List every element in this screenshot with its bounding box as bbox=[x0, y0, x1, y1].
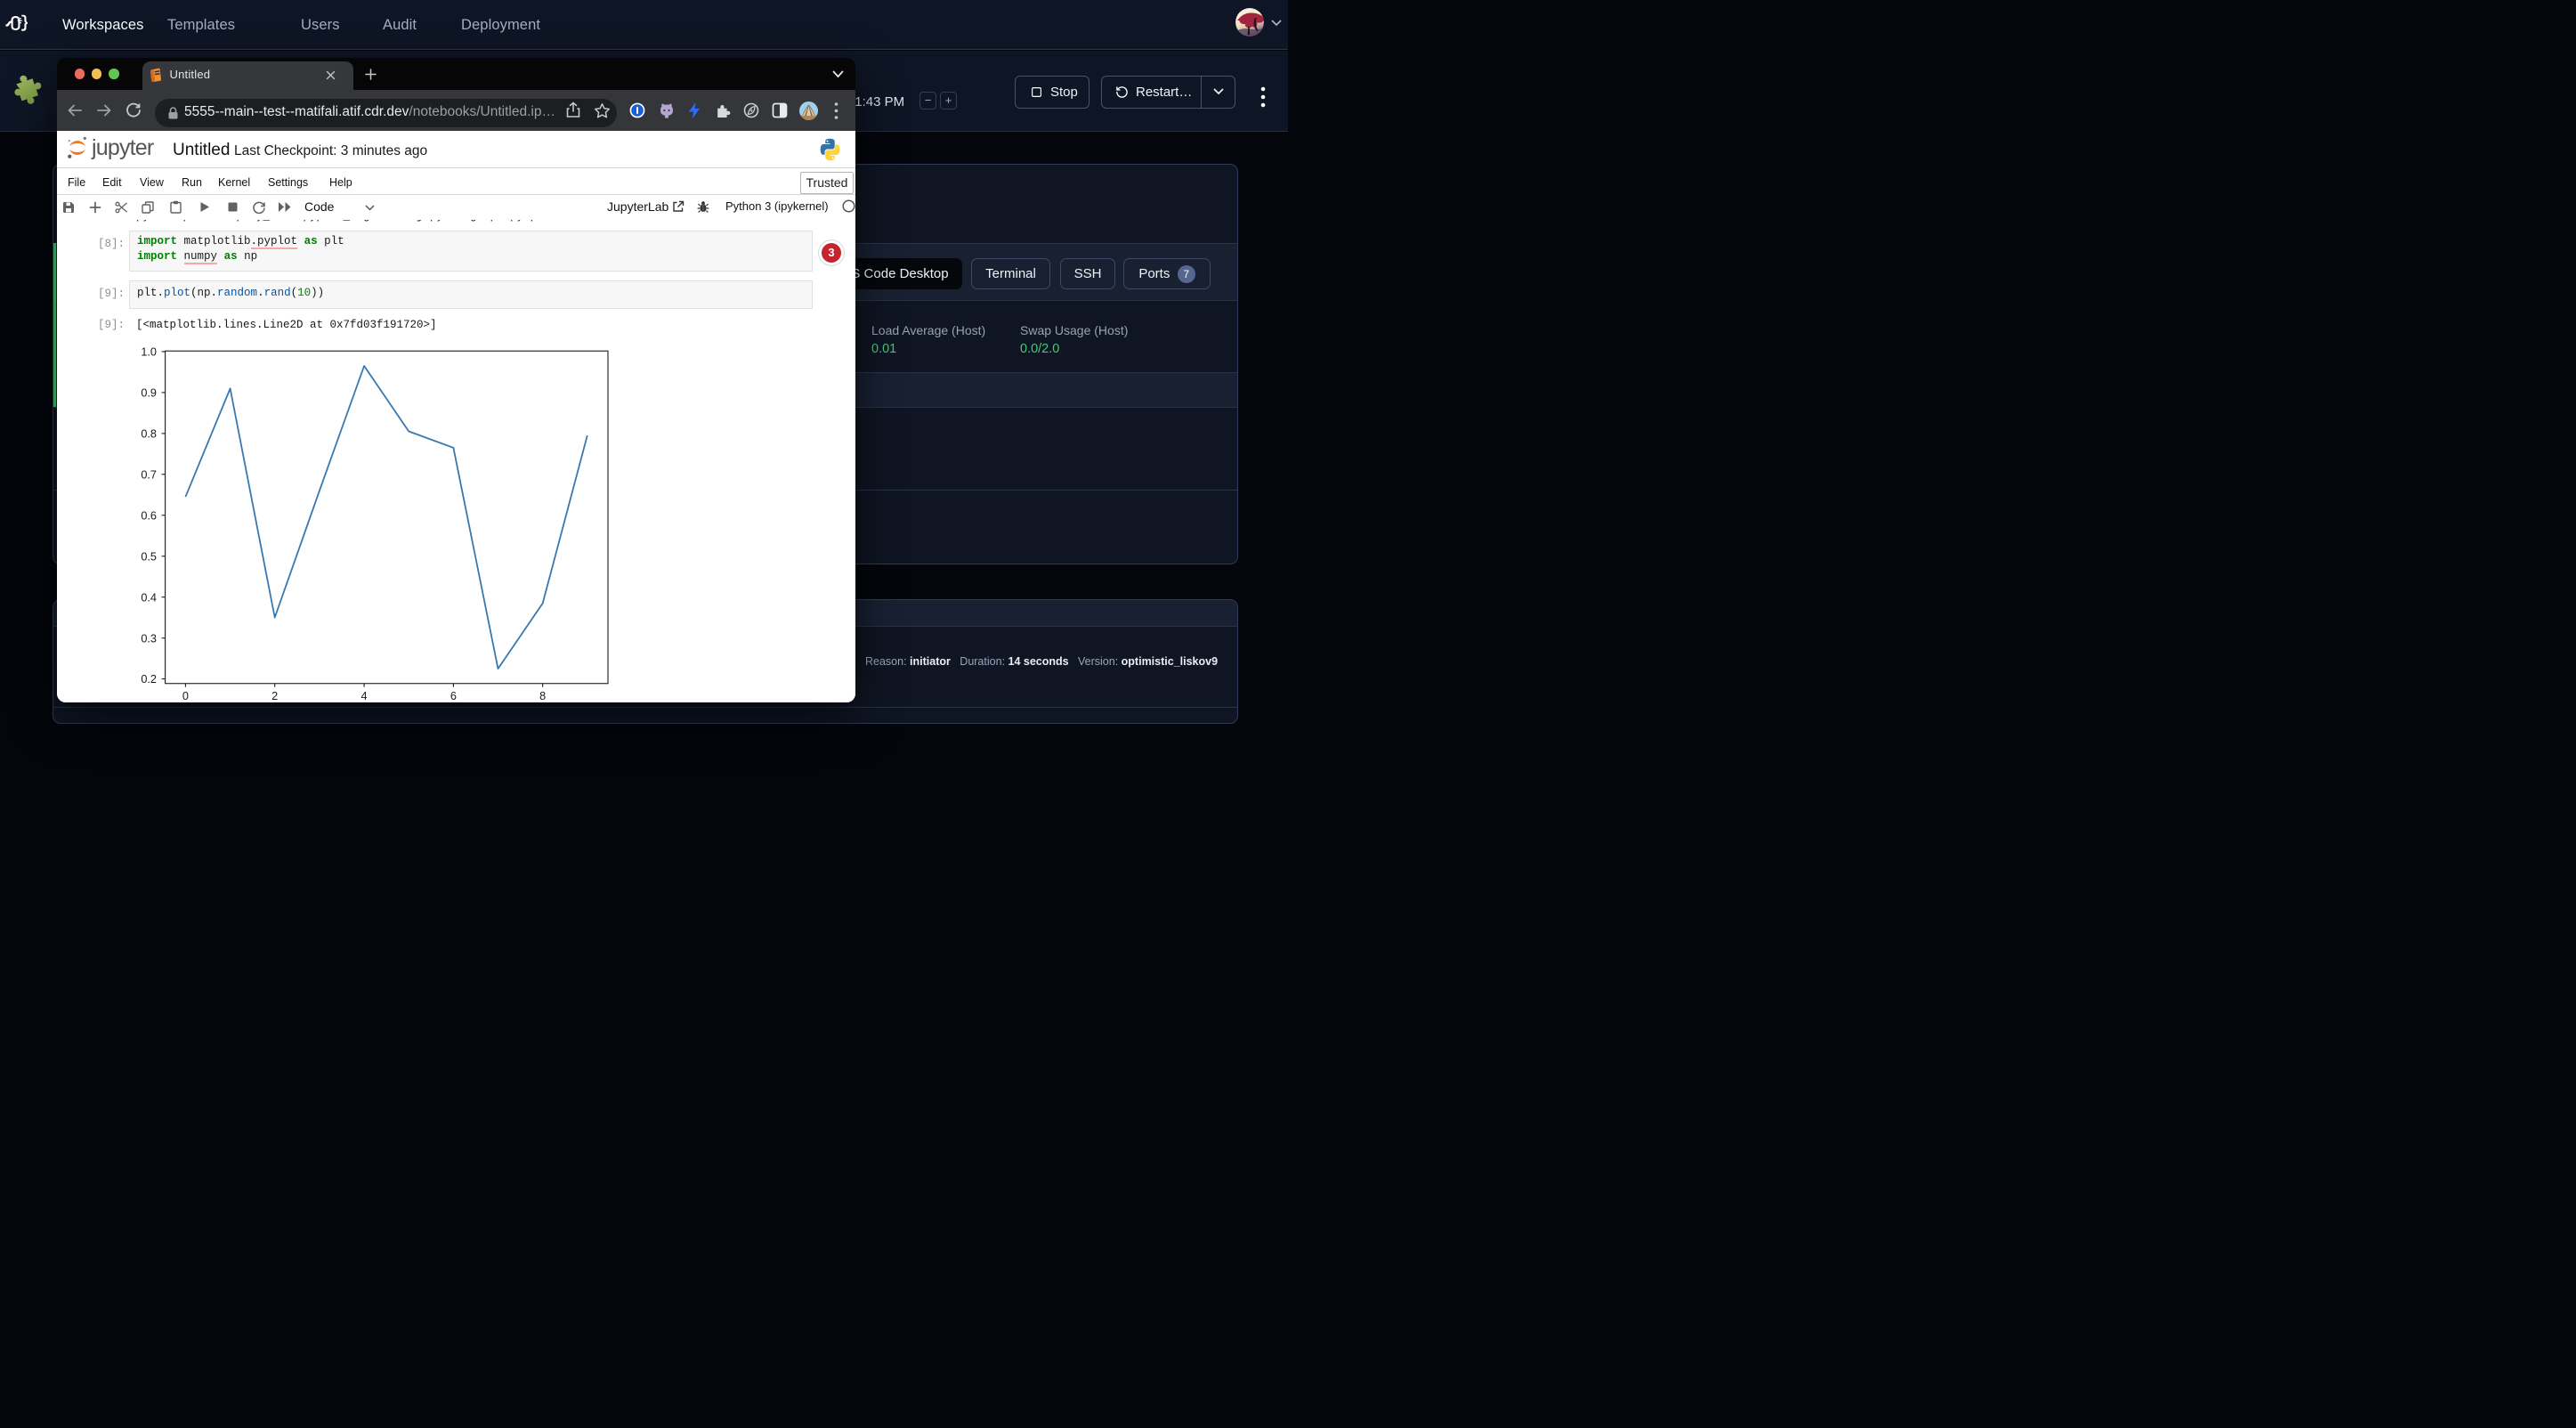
svg-text:8: 8 bbox=[539, 690, 546, 702]
svg-text:0.3: 0.3 bbox=[141, 632, 157, 645]
svg-text:0.9: 0.9 bbox=[141, 386, 157, 399]
svg-text:2: 2 bbox=[271, 690, 278, 702]
svg-text:0.2: 0.2 bbox=[141, 673, 157, 686]
svg-text:0.7: 0.7 bbox=[141, 468, 157, 481]
svg-text:0.4: 0.4 bbox=[141, 591, 157, 604]
svg-text:1.0: 1.0 bbox=[141, 345, 157, 358]
svg-text:0: 0 bbox=[182, 690, 189, 702]
svg-text:6: 6 bbox=[450, 690, 457, 702]
svg-text:0.6: 0.6 bbox=[141, 509, 157, 522]
svg-text:0.8: 0.8 bbox=[141, 427, 157, 440]
svg-text:0.5: 0.5 bbox=[141, 550, 157, 563]
svg-text:4: 4 bbox=[361, 690, 368, 702]
